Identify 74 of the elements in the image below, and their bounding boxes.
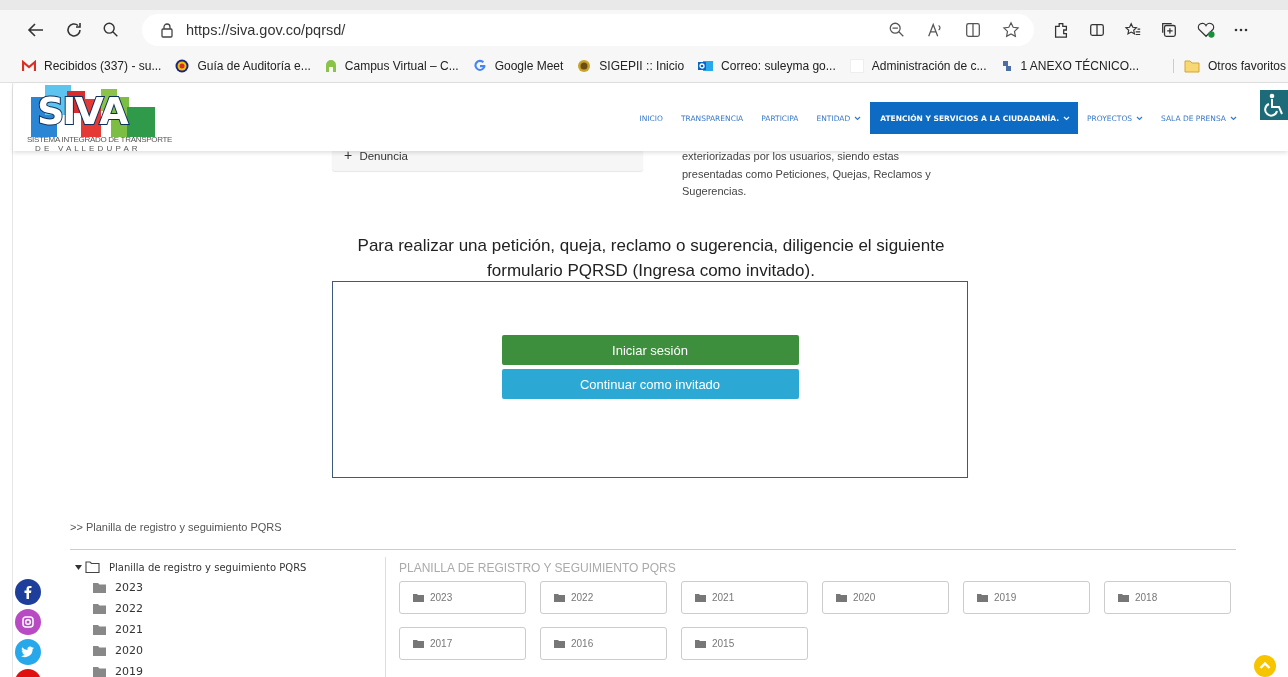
folder-icon [554,593,565,602]
accordion-item[interactable]: + Denuncia [332,151,643,171]
folder-button[interactable]: 2018 [1104,581,1231,614]
form-heading: Para realizar una petición, queja, reclamo o sugerencia, diligencie el siguiente formulario PQRSD (Ingresa como invitado). [356,235,946,282]
folder-icon [1184,59,1200,73]
g-icon [472,59,487,73]
extensions-icon[interactable] [1052,21,1070,39]
folder-button[interactable]: 2020 [822,581,949,614]
folder-icon [93,666,106,677]
bookmark[interactable]: Campus Virtual – C... [324,59,459,73]
login-button[interactable]: Iniciar sesión [501,335,799,365]
tree-item[interactable]: 2023 [75,577,385,598]
panel-title: PLANILLA DE REGISTRO Y SEGUIMIENTO PQRS [399,561,677,575]
zoom-out-icon[interactable] [888,21,906,39]
folder-button[interactable]: 2017 [399,627,526,660]
twitter-icon[interactable] [15,639,41,665]
bookmark[interactable]: Recibidos (337) - su... [22,59,162,73]
folder-icon [413,593,424,602]
read-aloud-icon[interactable] [926,21,944,39]
bookmark[interactable]: Guía de Auditoría e... [175,59,311,73]
tree-item[interactable]: 2019 [75,661,385,677]
logo[interactable]: SIVA SISTEMA INTEGRADO DE TRANSPORTE D E V A L L E D U P A R [27,85,177,151]
refresh-icon[interactable] [64,20,84,40]
document-icon [1000,59,1013,73]
bookmark[interactable]: Administración de c... [849,59,987,73]
outlook-icon [698,59,714,73]
logo-subtitle: SISTEMA INTEGRADO DE TRANSPORTE [27,135,173,144]
folder-icon [85,561,100,573]
star-icon[interactable] [1002,21,1020,39]
flag-circle-icon [175,59,190,73]
description-text: exteriorizadas por los usuarios, siendo estas presentadas como Peticiones, Quejas, Reclamos y Sugerencias. [682,149,932,199]
url-text: https://siva.gov.co/pqrsd/ [186,22,346,38]
split-screen-icon[interactable] [1088,21,1106,39]
folder-button[interactable]: 2019 [963,581,1090,614]
heart-icon[interactable] [1196,21,1216,39]
other-bookmarks[interactable]: Otros favoritos [1173,59,1286,73]
address-bar[interactable]: https://siva.gov.co/pqrsd/ [142,14,1034,46]
folder-button[interactable]: 2023 [399,581,526,614]
campus-icon [324,59,337,73]
tree-item[interactable]: 2020 [75,640,385,661]
folder-icon [695,593,706,602]
bookmark[interactable]: Google Meet [472,59,564,73]
accessibility-icon[interactable] [1260,90,1288,120]
seal-icon [577,59,592,73]
folder-button[interactable]: 2015 [681,627,808,660]
bookmark[interactable]: Correo: suleyma go... [698,59,836,73]
folder-icon [93,582,106,593]
folder-button[interactable]: 2022 [540,581,667,614]
folder-icon [93,624,106,635]
bookmark[interactable]: 1 ANEXO TÉCNICO... [1000,59,1139,73]
folder-icon [836,593,847,602]
breadcrumb-link[interactable]: >> Planilla de registro y seguimiento PQRS [70,521,282,533]
mail-icon [22,60,36,72]
instagram-icon[interactable] [15,609,41,635]
folder-icon [554,639,565,648]
reader-icon[interactable] [964,21,982,39]
tree-item[interactable]: 2021 [75,619,385,640]
facebook-icon[interactable] [15,579,41,605]
bookmark[interactable]: SIGEPII :: Inicio [577,59,685,73]
folder-icon [93,645,106,656]
folder-icon [413,639,424,648]
folder-button[interactable]: 2021 [681,581,808,614]
logo-letters: SIVA [37,89,127,133]
search-icon[interactable] [102,21,120,39]
tree-item[interactable]: Planilla de registro y seguimiento PQRS [75,557,385,577]
lock-icon [160,22,174,38]
folder-icon [1118,593,1129,602]
logo-city: D E V A L L E D U P A R [35,144,138,153]
folder-icon [977,593,988,602]
tree-item[interactable]: 2022 [75,598,385,619]
folder-icon [695,639,706,648]
collections-icon[interactable] [1160,21,1178,39]
folder-button[interactable]: 2016 [540,627,667,660]
folder-icon [93,603,106,614]
